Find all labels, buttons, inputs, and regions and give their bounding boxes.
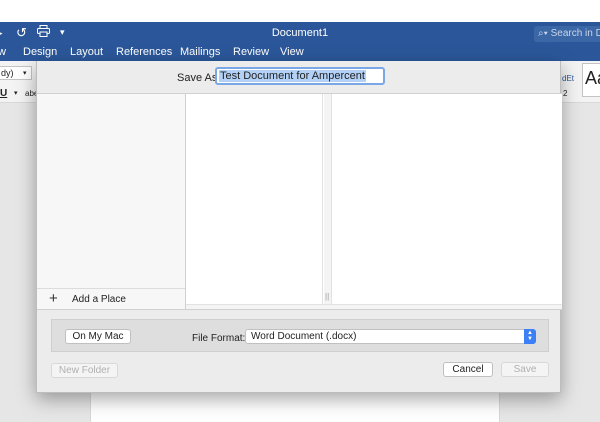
save-options-bar: On My Mac File Format: Word Document (.d…	[51, 319, 549, 352]
tab-review[interactable]: Review	[233, 46, 269, 58]
underline-dropdown-icon[interactable]: ▾	[14, 89, 18, 97]
search-placeholder: Search in Do	[550, 28, 600, 39]
column-resize-handle[interactable]: ||	[325, 292, 329, 301]
browser-column-1[interactable]	[186, 94, 323, 304]
font-dropdown-icon[interactable]: ▾	[23, 69, 27, 77]
save-as-label: Save As:	[177, 72, 221, 84]
add-place-button[interactable]: + Add a Place	[37, 288, 185, 309]
locations-sidebar: + Add a Place	[37, 94, 186, 309]
tab-mailings[interactable]: Mailings	[180, 46, 220, 58]
file-browser: + Add a Place ||	[37, 93, 562, 310]
tab-design[interactable]: Design	[23, 46, 57, 58]
column-divider[interactable]	[324, 94, 332, 304]
ribbon-tabs: w Design Layout References Mailings Revi…	[0, 44, 600, 61]
cancel-button[interactable]: Cancel	[443, 362, 493, 377]
search-icon: ⌕▾	[538, 28, 548, 39]
browser-column-2[interactable]	[333, 94, 562, 304]
new-folder-button[interactable]: New Folder	[51, 363, 118, 378]
tab-view[interactable]: View	[280, 46, 304, 58]
style-preview[interactable]: Aa	[582, 63, 600, 97]
tab-layout[interactable]: Layout	[70, 46, 103, 58]
style-gallery-item[interactable]: dEt	[562, 74, 574, 83]
save-button[interactable]: Save	[501, 362, 549, 377]
file-name-text: Test Document for Ampercent	[219, 70, 366, 82]
file-format-select[interactable]: Word Document (.docx) ▲ ▼	[245, 329, 536, 344]
tab-view-partial[interactable]: w	[0, 46, 6, 58]
file-format-value: Word Document (.docx)	[251, 331, 357, 342]
file-format-label: File Format:	[192, 333, 246, 344]
on-my-mac-button[interactable]: On My Mac	[65, 329, 131, 344]
horizontal-scrollbar[interactable]	[186, 304, 562, 309]
plus-icon: +	[49, 290, 58, 307]
search-box[interactable]: ⌕▾ Search in Do	[534, 26, 600, 42]
tab-references[interactable]: References	[116, 46, 172, 58]
underline-button[interactable]: U	[0, 88, 7, 99]
add-place-label: Add a Place	[72, 294, 126, 305]
font-name-box[interactable]: dy)	[0, 66, 32, 80]
title-bar: ▸ ↺ ▾ Document1 ⌕▾ Search in Do	[0, 22, 600, 44]
document-title: Document1	[271, 27, 329, 39]
style-gallery-caption: 2	[563, 89, 568, 98]
file-name-input[interactable]: Test Document for Ampercent	[215, 67, 385, 85]
chevron-updown-icon: ▲ ▼	[524, 329, 536, 344]
save-as-dialog: Save As: Test Document for Ampercent + A…	[36, 61, 562, 393]
